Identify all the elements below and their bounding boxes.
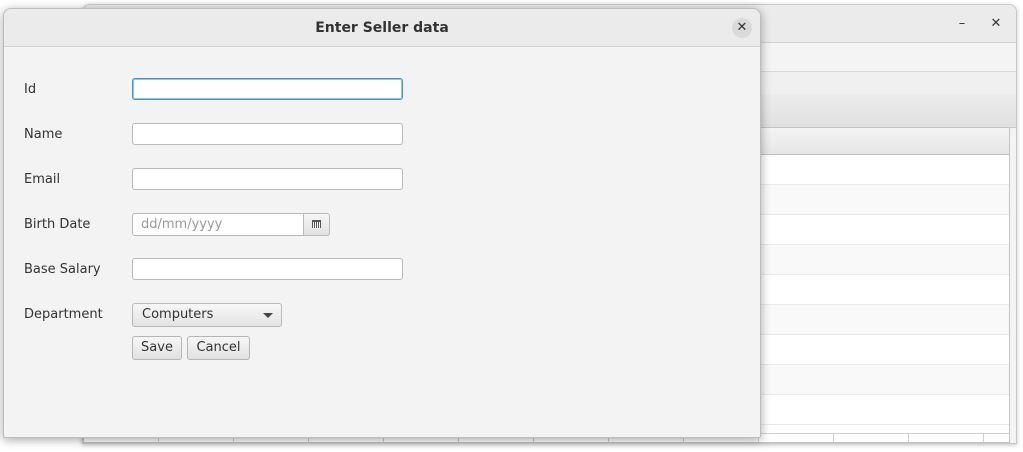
cancel-button[interactable]: Cancel	[187, 336, 250, 360]
id-field[interactable]	[132, 78, 403, 100]
department-selected-value: Computers	[142, 307, 214, 322]
chevron-down-icon	[263, 313, 273, 318]
department-select[interactable]: Computers	[132, 303, 282, 327]
base-salary-label: Base Salary	[24, 262, 101, 277]
close-icon[interactable]: ✕	[985, 13, 1007, 35]
calendar-icon	[312, 220, 321, 228]
birth-date-field[interactable]	[132, 213, 304, 236]
name-field[interactable]	[132, 123, 403, 145]
dialog-title: Enter Seller data	[315, 20, 449, 36]
id-label: Id	[24, 82, 37, 97]
email-field[interactable]	[132, 168, 403, 190]
date-picker-button[interactable]	[303, 213, 330, 236]
base-salary-field[interactable]	[132, 258, 403, 280]
close-icon[interactable]: ✕	[732, 18, 752, 38]
email-label: Email	[24, 172, 61, 187]
name-label: Name	[24, 127, 63, 142]
department-label: Department	[24, 307, 103, 322]
birth-date-label: Birth Date	[24, 217, 91, 232]
save-button[interactable]: Save	[132, 336, 182, 360]
minimize-icon[interactable]: –	[951, 13, 973, 35]
seller-dialog: Enter Seller data ✕ Id Name Email Birth …	[3, 8, 761, 438]
dialog-titlebar: Enter Seller data ✕	[4, 9, 760, 47]
